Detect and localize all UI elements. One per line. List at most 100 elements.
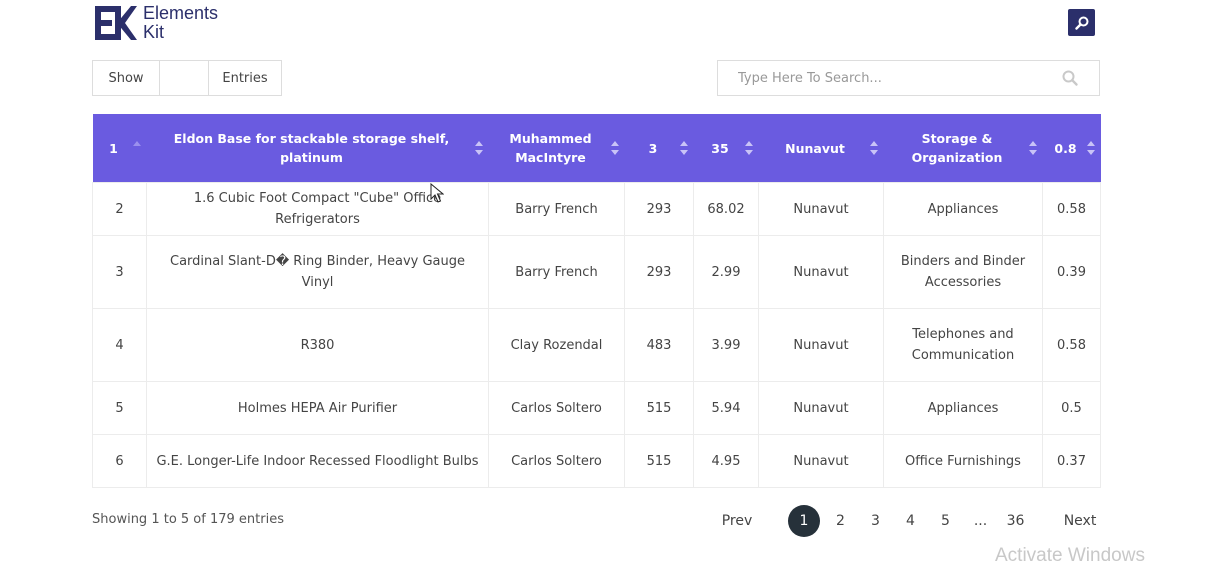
elementskit-logo[interactable]: Elements Kit	[95, 4, 218, 42]
table-info: Showing 1 to 5 of 179 entries	[92, 512, 284, 527]
table-cell: Binders and Binder Accessories	[883, 235, 1043, 309]
page: Elements Kit Show Entries Type Here To S…	[0, 0, 1217, 561]
column-header-5[interactable]: 35	[693, 114, 759, 183]
table-cell: Appliances	[883, 182, 1043, 236]
sort-arrows-icon	[1086, 141, 1095, 155]
column-header-label: Eldon Base for stackable storage shelf, …	[173, 131, 450, 165]
sort-arrows-icon	[474, 141, 483, 155]
table-cell: 2	[92, 182, 147, 236]
column-header-label: 35	[711, 140, 729, 156]
pagination-ellipsis: ...	[973, 513, 988, 529]
table-cell: R380	[146, 308, 489, 382]
column-header-label: 0.8	[1054, 140, 1077, 156]
entries-select[interactable]	[160, 61, 209, 95]
table-cell: Office Furnishings	[883, 434, 1043, 488]
column-header-1[interactable]: 1	[92, 114, 147, 183]
table-cell: 293	[624, 235, 694, 309]
column-header-label: Muhammed MacIntyre	[509, 131, 592, 165]
table-cell: 0.58	[1042, 182, 1101, 236]
table-cell: 4.95	[693, 434, 759, 488]
table-search-box	[717, 60, 1100, 96]
column-header-2[interactable]: Eldon Base for stackable storage shelf, …	[146, 114, 489, 183]
sort-arrows-icon	[132, 141, 141, 146]
table-row: 3 Cardinal Slant-D� Ring Binder, Heavy Ga…	[92, 235, 1101, 309]
table-row: 4 R380 Clay Rozendal 483 3.99 Nunavut Telephon…	[92, 308, 1101, 382]
table-cell: 0.5	[1042, 381, 1101, 435]
table-cell: 483	[624, 308, 694, 382]
column-header-label: 3	[648, 140, 658, 156]
prev-page-button[interactable]: Prev	[714, 505, 760, 537]
column-header-4[interactable]: 3	[624, 114, 694, 183]
table-cell: 515	[624, 434, 694, 488]
mouse-cursor-icon	[430, 183, 444, 203]
column-header-label: Nunavut	[785, 140, 845, 156]
sort-arrows-icon	[1028, 141, 1037, 155]
table-cell: Nunavut	[758, 434, 884, 488]
search-icon[interactable]	[1061, 69, 1079, 87]
show-label: Show	[93, 61, 160, 95]
table-cell: 2.99	[693, 235, 759, 309]
next-page-button[interactable]: Next	[1055, 505, 1105, 537]
table-cell: 515	[624, 381, 694, 435]
column-header-label: 1	[109, 140, 118, 156]
table-cell: 0.37	[1042, 434, 1101, 488]
column-header-3[interactable]: Muhammed MacIntyre	[488, 114, 625, 183]
table-cell: Holmes HEPA Air Purifier	[146, 381, 489, 435]
table-cell: 5.94	[693, 381, 759, 435]
table-header: 1 Eldon Base for stackable storage shelf,…	[92, 114, 1101, 183]
page-button-4[interactable]: 4	[893, 505, 928, 537]
page-button-5[interactable]: 5	[928, 505, 963, 537]
header-row: 1 Eldon Base for stackable storage shelf,…	[92, 114, 1101, 183]
column-header-8[interactable]: 0.8	[1042, 114, 1101, 183]
table-cell: Telephones and Communication	[883, 308, 1043, 382]
page-button-2[interactable]: 2	[823, 505, 858, 537]
table-row: 2 1.6 Cubic Foot Compact "Cube" Office Re…	[92, 182, 1101, 236]
entries-length-control: Show Entries	[92, 60, 282, 96]
sort-arrows-icon	[869, 141, 878, 155]
table-cell: 3	[92, 235, 147, 309]
table-cell: Cardinal Slant-D� Ring Binder, Heavy Gau…	[146, 235, 489, 309]
table-cell: Nunavut	[758, 182, 884, 236]
table-row: 6 G.E. Longer-Life Indoor Recessed Floodl…	[92, 434, 1101, 488]
table-cell: Carlos Soltero	[488, 434, 625, 488]
sort-arrows-icon	[610, 141, 619, 155]
column-header-6[interactable]: Nunavut	[758, 114, 884, 183]
page-button-1[interactable]: 1	[788, 505, 820, 537]
table-cell: 4	[92, 308, 147, 382]
activate-windows-watermark: Activate Windows	[995, 545, 1145, 561]
top-search-button[interactable]	[1068, 9, 1095, 36]
sort-arrows-icon	[744, 141, 753, 155]
table-cell: Appliances	[883, 381, 1043, 435]
column-header-7[interactable]: Storage & Organization	[883, 114, 1043, 183]
page-numbers: 1 2 3 4 5... 36	[788, 505, 1033, 537]
table-cell: 293	[624, 182, 694, 236]
sort-arrows-icon	[679, 141, 688, 155]
table-cell: 3.99	[693, 308, 759, 382]
table-cell: Carlos Soltero	[488, 381, 625, 435]
table-cell: Barry French	[488, 235, 625, 309]
entries-label: Entries	[222, 70, 268, 86]
table-cell: 68.02	[693, 182, 759, 236]
logo-text-line1: Elements	[143, 3, 219, 23]
data-table: 1 Eldon Base for stackable storage shelf,…	[92, 114, 1101, 488]
page-button-3[interactable]: 3	[858, 505, 893, 537]
search-icon	[1074, 16, 1088, 30]
table-cell: Nunavut	[758, 381, 884, 435]
pagination: Prev 1 2 3 4 5... 36 Next	[714, 505, 1105, 537]
table-body: 2 1.6 Cubic Foot Compact "Cube" Office Re…	[92, 182, 1101, 488]
table-row: 5 Holmes HEPA Air Purifier Carlos Soltero 5…	[92, 381, 1101, 435]
column-header-label: Storage & Organization	[911, 131, 1003, 165]
table-cell: Barry French	[488, 182, 625, 236]
table-cell: Nunavut	[758, 235, 884, 309]
table-cell: 6	[92, 434, 147, 488]
logo-text: Elements Kit	[143, 4, 218, 42]
table-cell: Clay Rozendal	[488, 308, 625, 382]
search-input[interactable]	[736, 69, 1061, 87]
table-cell: Nunavut	[758, 308, 884, 382]
table-cell: 5	[92, 381, 147, 435]
table-cell: G.E. Longer-Life Indoor Recessed Floodli…	[146, 434, 489, 488]
page-button-36[interactable]: 36	[998, 505, 1033, 537]
logo-mark-icon	[95, 6, 137, 40]
table-cell: 0.58	[1042, 308, 1101, 382]
logo-text-line2: Kit	[143, 22, 165, 42]
